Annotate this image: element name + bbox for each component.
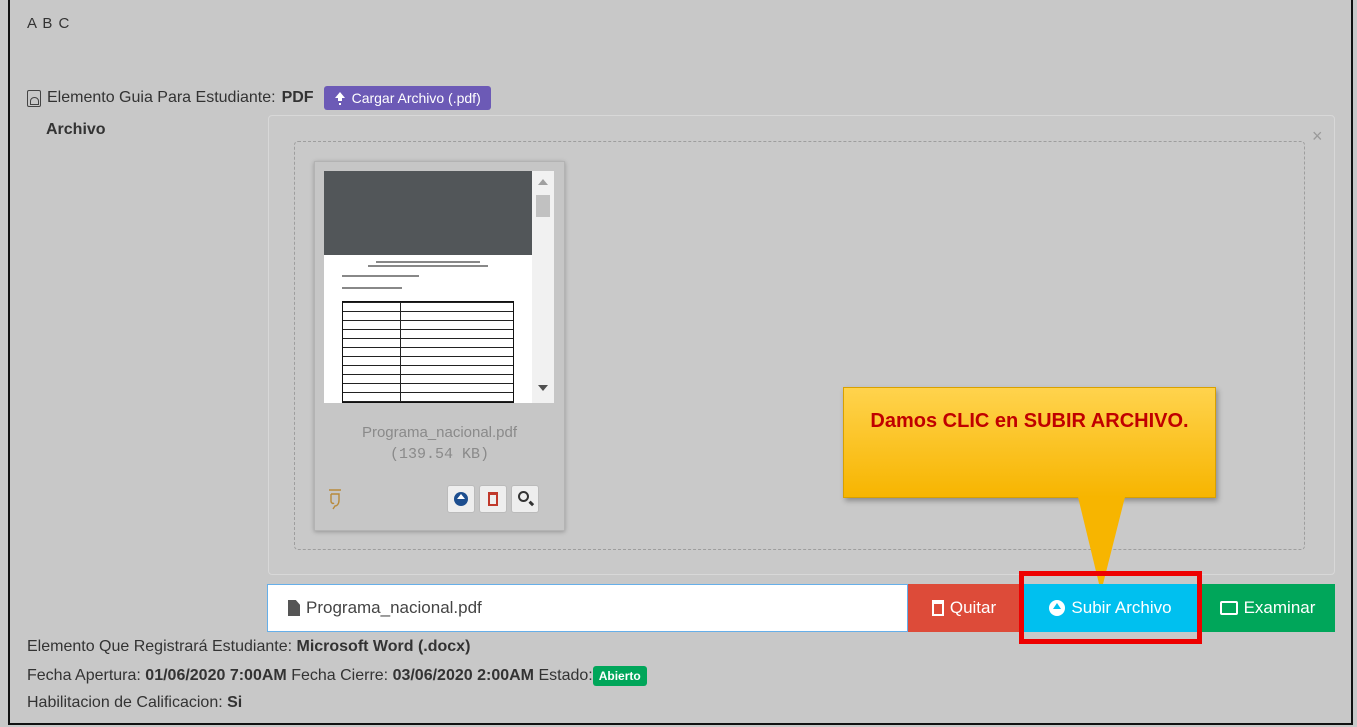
thumb-upload-button[interactable]	[447, 485, 475, 513]
pdf-preview[interactable]	[324, 171, 554, 403]
guide-row: Elemento Guia Para Estudiante: PDF Carga…	[27, 86, 491, 110]
thumbnail-file-size: (139.54 KB)	[389, 446, 490, 463]
thumb-zoom-button[interactable]	[511, 485, 539, 513]
archivo-label: Archivo	[46, 121, 106, 138]
remove-label: Quitar	[949, 598, 997, 617]
register-row: Elemento Que Registrará Estudiante: Micr…	[27, 638, 470, 656]
trash-icon	[488, 492, 498, 506]
pdf-file-icon	[27, 89, 41, 107]
inbox-icon	[1219, 601, 1238, 615]
browse-button[interactable]: Examinar	[1200, 584, 1335, 632]
upload-circle-icon	[454, 492, 468, 506]
open-date-value: 01/06/2020 7:00AM	[145, 667, 287, 685]
callout-text: Damos CLIC en SUBIR ARCHIVO.	[870, 410, 1189, 432]
register-label: Elemento Que Registrará Estudiante:	[27, 638, 293, 655]
grading-value: Si	[227, 694, 243, 711]
highlight-box	[1019, 571, 1202, 644]
scroll-up-icon[interactable]	[538, 179, 548, 185]
grading-row: Habilitacion de Calificacion: Si	[27, 694, 242, 712]
open-date-label: Fecha Apertura:	[27, 667, 141, 685]
instruction-callout: Damos CLIC en SUBIR ARCHIVO.	[843, 387, 1216, 498]
zoom-icon	[518, 491, 529, 502]
guide-label: Elemento Guia Para Estudiante:	[47, 89, 276, 106]
upload-icon	[334, 92, 346, 104]
dates-row: Fecha Apertura: 01/06/2020 7:00AM Fecha …	[27, 666, 647, 686]
status-badge: Abierto	[592, 666, 647, 686]
file-name-value: Programa_nacional.pdf	[306, 598, 482, 617]
drag-hand-icon[interactable]	[328, 488, 342, 510]
file-thumbnail: Programa_nacional.pdf (139.54 KB)	[314, 161, 565, 531]
thumb-delete-button[interactable]	[479, 485, 507, 513]
file-icon	[288, 600, 300, 616]
remove-button[interactable]: Quitar	[908, 584, 1020, 632]
pdf-text-lines	[342, 259, 514, 291]
load-file-button[interactable]: Cargar Archivo (.pdf)	[323, 86, 491, 110]
thumbnail-file-name: Programa_nacional.pdf	[361, 424, 518, 441]
close-date-value: 03/06/2020 2:00AM	[392, 667, 534, 685]
register-value: Microsoft Word (.docx)	[296, 638, 471, 655]
scroll-thumb[interactable]	[536, 195, 550, 217]
load-file-label: Cargar Archivo (.pdf)	[351, 90, 481, 106]
pdf-dark-area	[324, 171, 532, 255]
trash-icon	[931, 600, 944, 616]
close-icon[interactable]: ×	[1312, 126, 1323, 147]
state-label: Estado:	[538, 667, 593, 685]
header-letters: A B C	[27, 15, 71, 32]
pdf-table	[342, 301, 514, 403]
guide-format: PDF	[281, 89, 314, 106]
grading-label: Habilitacion de Calificacion:	[27, 694, 223, 711]
file-name-field[interactable]: Programa_nacional.pdf	[267, 584, 908, 632]
thumbnail-actions	[447, 485, 539, 513]
browse-label: Examinar	[1243, 598, 1316, 617]
pdf-scrollbar[interactable]	[532, 171, 554, 403]
close-date-label: Fecha Cierre:	[291, 667, 389, 685]
scroll-down-icon[interactable]	[538, 385, 548, 391]
